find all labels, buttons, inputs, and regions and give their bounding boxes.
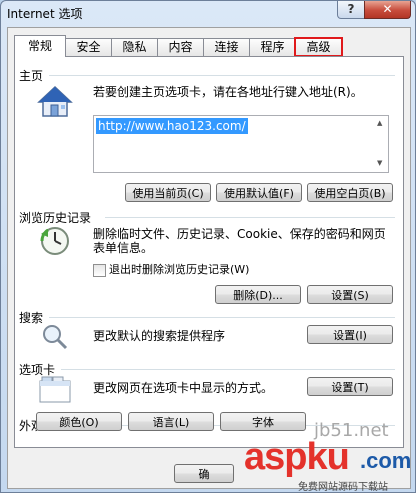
history-description-line2: 表单信息。	[93, 241, 154, 255]
tabs-description: 更改网页在选项卡中显示的方式。	[93, 381, 274, 395]
tab-privacy[interactable]: 隐私	[111, 38, 158, 56]
search-magnifier-icon	[43, 325, 68, 350]
window-title: Internet 选项	[7, 7, 83, 21]
tab-advanced[interactable]: 高级	[294, 37, 343, 57]
search-settings-button[interactable]: 设置(I)	[307, 325, 393, 344]
search-section-title: 搜索	[19, 311, 44, 325]
use-blank-button[interactable]: 使用空白页(B)	[307, 183, 393, 202]
colors-button[interactable]: 颜色(O)	[36, 412, 122, 431]
scroll-up-arrow-icon[interactable]: ▲	[377, 119, 382, 127]
title-bar: Internet 选项 ? ✕	[1, 1, 415, 25]
history-description-line1: 删除临时文件、历史记录、Cookie、保存的密码和网页	[93, 227, 386, 241]
delete-history-on-exit-label: 退出时删除浏览历史记录(W)	[109, 263, 250, 276]
use-default-button[interactable]: 使用默认值(F)	[216, 183, 302, 202]
watermark-suffix: .com	[360, 448, 412, 473]
search-description: 更改默认的搜索提供程序	[93, 329, 226, 343]
tab-content[interactable]: 内容	[157, 38, 204, 56]
home-page-address-field[interactable]: http://www.hao123.com/ ▲ ▼	[93, 115, 389, 173]
watermark: jb51.net aspku .com 免费网站源码下载站	[200, 420, 416, 493]
home-section-title: 主页	[19, 69, 44, 83]
delete-history-on-exit-checkbox[interactable]	[93, 264, 106, 277]
history-clock-icon	[40, 227, 69, 255]
home-description: 若要创建主页选项卡，请在各地址行键入地址(R)。	[93, 85, 363, 99]
watermark-logo: aspku	[244, 436, 350, 478]
divider	[49, 75, 395, 76]
home-icon	[37, 85, 73, 117]
tab-general[interactable]: 常规	[14, 35, 66, 57]
watermark-tagline: 免费网站源码下载站	[298, 482, 388, 493]
divider	[61, 369, 395, 370]
scroll-down-arrow-icon[interactable]: ▼	[377, 159, 382, 167]
tabs-settings-button[interactable]: 设置(T)	[307, 377, 393, 396]
divider	[49, 317, 395, 318]
tab-connections[interactable]: 连接	[203, 38, 250, 56]
close-button[interactable]: ✕	[364, 1, 411, 19]
general-panel: 主页 若要创建主页选项卡，请在各地址行键入地址(R)。 http://www.h…	[14, 56, 404, 448]
tab-programs[interactable]: 程序	[249, 38, 296, 56]
use-current-button[interactable]: 使用当前页(C)	[125, 183, 211, 202]
history-section-title: 浏览历史记录	[19, 211, 92, 225]
delete-history-button[interactable]: 删除(D)...	[215, 285, 301, 304]
help-button[interactable]: ?	[337, 1, 365, 19]
textarea-scrollbar[interactable]: ▲ ▼	[375, 117, 387, 171]
history-settings-button[interactable]: 设置(S)	[307, 285, 393, 304]
divider	[105, 217, 395, 218]
tab-security[interactable]: 安全	[65, 38, 112, 56]
home-page-url: http://www.hao123.com/	[96, 118, 248, 134]
tabbed-window-icon	[39, 376, 71, 403]
